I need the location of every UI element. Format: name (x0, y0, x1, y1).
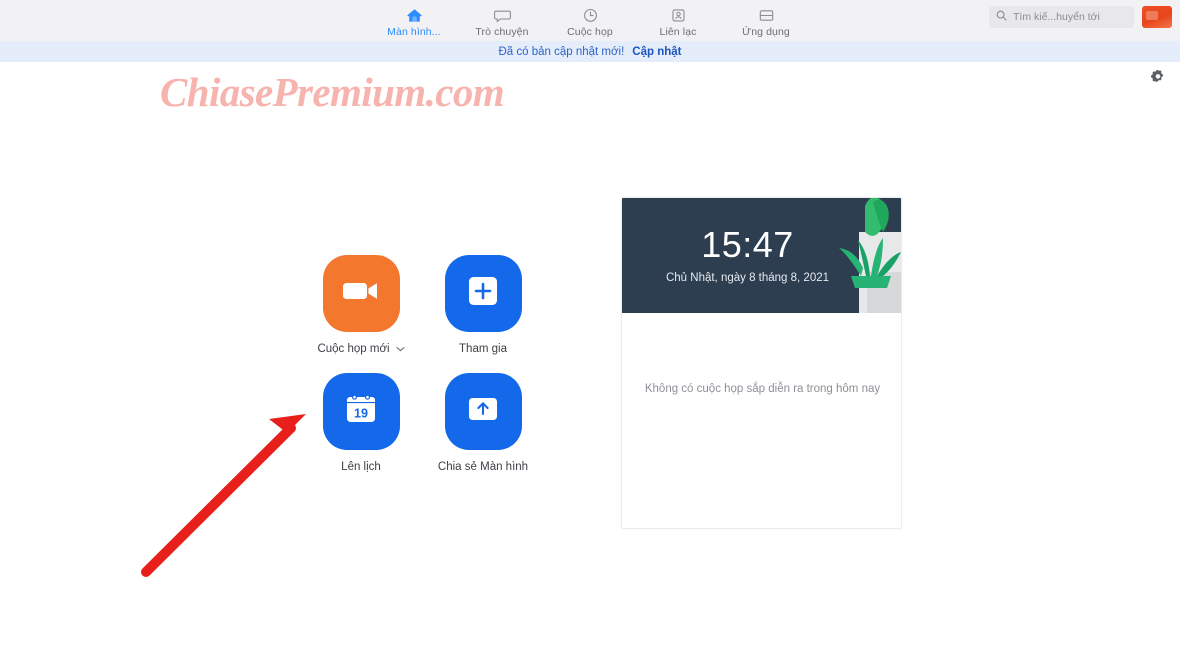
nav-tab-apps[interactable]: Ứng dụng (735, 4, 797, 38)
new-meeting-tile (322, 255, 400, 332)
calendar-icon: 19 (343, 392, 379, 431)
nav-tab-contacts-label: Liên lạc (659, 25, 697, 38)
gear-icon (1150, 69, 1166, 90)
search-input[interactable]: Tìm kiế...huyển tới (989, 6, 1134, 28)
search-icon (996, 8, 1007, 26)
schedule-button[interactable]: 19 Lên lịch (300, 373, 422, 491)
share-screen-label: Chia sẻ Màn hình (437, 461, 529, 473)
video-camera-icon (341, 278, 381, 309)
nav-tab-apps-label: Ứng dụng (742, 25, 790, 38)
chat-bubble-icon (493, 6, 511, 25)
clock-time: 15:47 (701, 224, 794, 265)
share-screen-label-row: Chia sẻ Màn hình (438, 461, 528, 473)
new-meeting-label: Cuộc họp mới (317, 343, 390, 355)
nav-tab-chat[interactable]: Trò chuyện (471, 4, 533, 38)
join-label: Tham gia (459, 343, 507, 355)
update-banner-link[interactable]: Cập nhật (632, 46, 681, 58)
clock-panel: 15:47 Chủ Nhật, ngày 8 tháng 8, 2021 (622, 198, 901, 313)
search-input-value: Tìm kiế...huyển tới (1013, 11, 1100, 23)
watermark-text: ChiasePremium.com (160, 69, 505, 115)
join-tile (444, 255, 522, 332)
user-avatar[interactable] (1142, 6, 1172, 28)
upcoming-meetings-card: 15:47 Chủ Nhật, ngày 8 tháng 8, 2021 Khô… (621, 197, 902, 529)
update-banner-message: Đã có bản cập nhật mới! (498, 45, 625, 58)
settings-button[interactable] (1149, 69, 1167, 90)
potted-plant-illustration (839, 198, 901, 313)
new-meeting-label-row: Cuộc họp mới (317, 343, 405, 355)
chevron-down-icon[interactable] (395, 344, 405, 354)
header-right-controls: Tìm kiế...huyển tới (989, 6, 1172, 28)
nav-tab-meetings-label: Cuộc họp (567, 25, 613, 38)
app-header: Màn hình... Trò chuyện Cuộc họp Liên lạc… (0, 0, 1180, 41)
share-screen-button[interactable]: Chia sẻ Màn hình (422, 373, 544, 491)
share-screen-up-arrow-icon (465, 394, 501, 429)
contacts-icon (670, 6, 687, 25)
apps-icon (758, 6, 775, 25)
main-navigation: Màn hình... Trò chuyện Cuộc họp Liên lạc… (383, 4, 797, 38)
share-screen-tile (444, 373, 522, 450)
empty-state-text: Không có cuộc họp sắp diễn ra trong hôm … (644, 383, 881, 395)
schedule-label-row: Lên lịch (341, 461, 381, 473)
new-meeting-button[interactable]: Cuộc họp mới (300, 255, 422, 373)
plus-square-icon (466, 275, 500, 312)
home-action-grid: Cuộc họp mới Tham gia 19 Lên lịch Chia s… (300, 255, 544, 491)
join-button[interactable]: Tham gia (422, 255, 544, 373)
nav-tab-contacts[interactable]: Liên lạc (647, 4, 709, 38)
home-icon (406, 6, 423, 25)
clock-icon (582, 6, 599, 25)
calendar-day-number: 19 (354, 406, 368, 420)
nav-tab-chat-label: Trò chuyện (475, 25, 529, 38)
nav-tab-meetings[interactable]: Cuộc họp (559, 4, 621, 38)
schedule-tile: 19 (322, 373, 400, 450)
clock-date: Chủ Nhật, ngày 8 tháng 8, 2021 (665, 272, 830, 284)
update-banner: Đã có bản cập nhật mới! Cập nhật (0, 41, 1180, 62)
schedule-label: Lên lịch (341, 461, 381, 473)
join-label-row: Tham gia (459, 343, 507, 355)
nav-tab-home[interactable]: Màn hình... (383, 4, 445, 38)
nav-tab-home-label: Màn hình... (387, 25, 441, 38)
zoom-app-window: Màn hình... Trò chuyện Cuộc họp Liên lạc… (0, 0, 1180, 670)
